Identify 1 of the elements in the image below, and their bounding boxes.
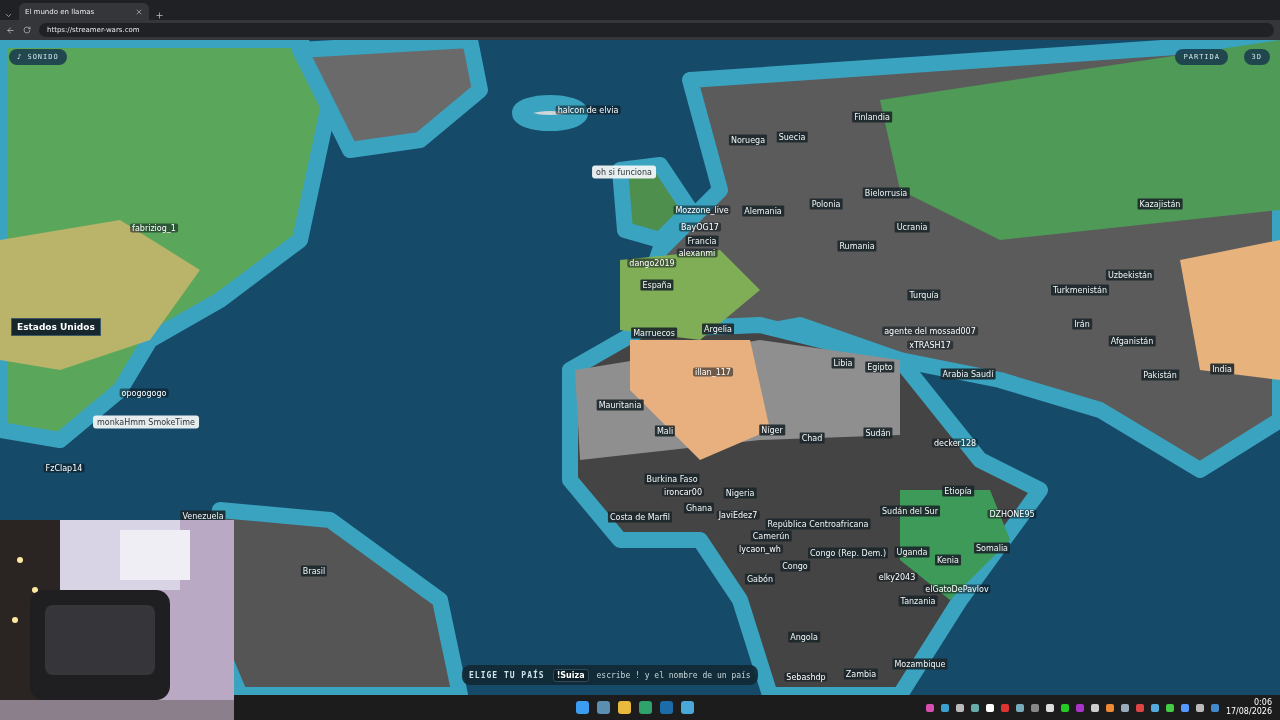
clock[interactable]: 0:06 17/08/2026: [1225, 698, 1272, 717]
